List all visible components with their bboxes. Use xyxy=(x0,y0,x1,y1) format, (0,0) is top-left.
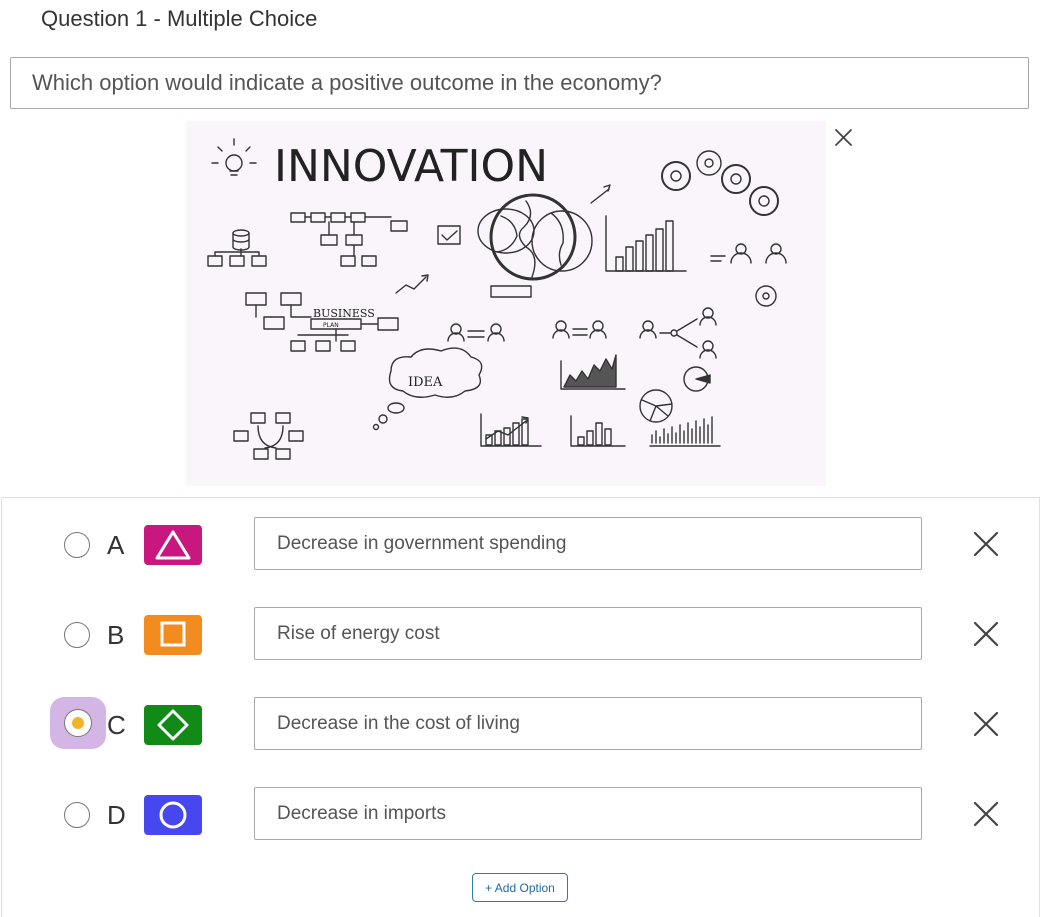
question-title: Question 1 - Multiple Choice xyxy=(41,6,318,31)
option-row-d: D Decrease in imports xyxy=(0,787,1041,843)
option-d-shape-badge xyxy=(144,795,202,835)
option-b-shape-badge xyxy=(144,615,202,655)
close-icon xyxy=(973,531,999,557)
close-icon xyxy=(973,621,999,647)
image-close-button[interactable] xyxy=(833,127,854,148)
option-row-c: C Decrease in the cost of living xyxy=(0,697,1041,753)
option-c-remove-button[interactable] xyxy=(973,711,999,737)
option-c-letter: C xyxy=(107,710,126,740)
option-c-text-field[interactable]: Decrease in the cost of living xyxy=(254,697,922,750)
diamond-icon xyxy=(157,709,189,741)
option-d-letter: D xyxy=(107,800,126,830)
question-text-field[interactable]: Which option would indicate a positive o… xyxy=(10,57,1029,109)
image-idea-label: IDEA xyxy=(408,375,443,390)
option-d-remove-button[interactable] xyxy=(973,801,999,827)
image-plan-label: PLAN xyxy=(323,322,339,329)
option-b-text-field[interactable]: Rise of energy cost xyxy=(254,607,922,660)
option-d-text-field[interactable]: Decrease in imports xyxy=(254,787,922,840)
close-icon xyxy=(835,129,852,146)
option-a-shape-badge xyxy=(144,525,202,565)
option-c-radio-dot xyxy=(72,717,84,729)
option-c-radio-ring xyxy=(64,709,92,737)
lightbulb-icon xyxy=(211,138,257,176)
square-icon xyxy=(160,621,186,647)
circle-icon xyxy=(159,801,187,829)
option-row-a: A Decrease in government spending xyxy=(0,517,1041,573)
option-b-letter: B xyxy=(107,620,125,650)
option-a-letter: A xyxy=(107,530,125,560)
option-b-radio[interactable] xyxy=(64,622,90,648)
option-a-text-field[interactable]: Decrease in government spending xyxy=(254,517,922,570)
option-a-remove-button[interactable] xyxy=(973,531,999,557)
option-b-remove-button[interactable] xyxy=(973,621,999,647)
image-business-label: BUSINESS xyxy=(313,307,375,320)
image-title-text: INNOVATION xyxy=(274,141,548,192)
close-icon xyxy=(973,801,999,827)
question-image: INNOVATION BUSINESS PLAN IDEA xyxy=(186,121,826,486)
option-c-radio[interactable] xyxy=(50,697,106,749)
add-option-button[interactable]: + Add Option xyxy=(472,873,568,902)
option-row-b: B Rise of energy cost xyxy=(0,607,1041,663)
innovation-sketch-image: INNOVATION BUSINESS PLAN IDEA xyxy=(207,138,787,460)
close-icon xyxy=(973,711,999,737)
option-c-shape-badge xyxy=(144,705,202,745)
option-a-radio[interactable] xyxy=(64,532,90,558)
option-d-radio[interactable] xyxy=(64,802,90,828)
triangle-icon xyxy=(155,530,191,560)
